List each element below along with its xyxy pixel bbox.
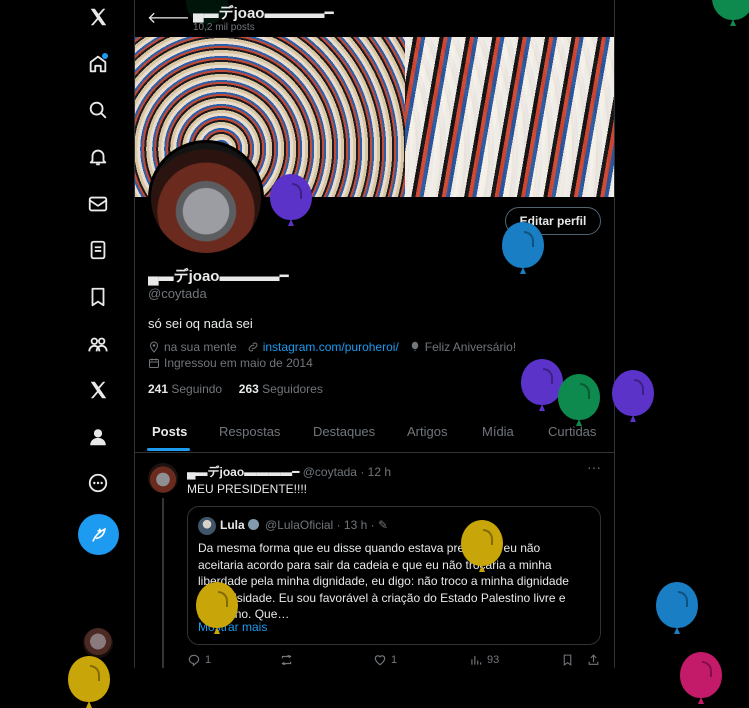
verified-badge-icon	[247, 519, 259, 530]
profile-handle: @coytada	[148, 286, 207, 301]
followers-stat[interactable]: 263 Seguidores	[239, 382, 323, 396]
reply-icon	[188, 654, 200, 667]
quoted-time: · 13 h ·	[336, 518, 375, 532]
quoted-tweet[interactable]: Lula @LulaOficial · 13 h · ✎ Da mesma fo…	[187, 506, 601, 645]
share-icon	[588, 654, 599, 665]
post-icon	[91, 527, 106, 542]
active-tab-indicator	[147, 448, 190, 451]
link-icon	[248, 342, 258, 352]
tab-media[interactable]: Mídia	[482, 424, 514, 439]
balloon-decoration	[612, 370, 654, 416]
bell-icon[interactable]	[81, 140, 115, 174]
balloon-decoration	[656, 582, 698, 628]
thread-line	[162, 498, 164, 668]
balloon-decoration	[196, 582, 238, 628]
tab-posts[interactable]: Posts	[152, 424, 187, 439]
like-button[interactable]: 1	[373, 653, 397, 667]
profile-location: na sua mente	[164, 340, 237, 354]
views-count: 93	[487, 654, 500, 666]
views-chart-icon	[471, 655, 482, 665]
tweet-author-avatar[interactable]	[148, 463, 178, 493]
bookmark-tweet-icon	[563, 654, 572, 666]
views-button[interactable]: 93	[469, 653, 499, 667]
calendar-icon	[149, 358, 159, 368]
balloon-decoration	[68, 656, 110, 702]
more-options-icon[interactable]: ···	[587, 459, 601, 475]
x-logo-icon[interactable]	[81, 0, 115, 34]
tab-likes[interactable]: Curtidas	[548, 424, 596, 439]
x-premium-icon[interactable]	[81, 373, 115, 407]
back-arrow-icon[interactable]: 🡐	[147, 7, 190, 28]
reply-button[interactable]: 1	[187, 653, 211, 667]
more-icon[interactable]	[81, 466, 115, 500]
bookmark-icon[interactable]	[81, 280, 115, 314]
bookmark-button[interactable]	[561, 653, 574, 667]
profile-joined-row: Ingressou em maio de 2014	[148, 356, 313, 370]
notification-dot	[102, 53, 108, 59]
repost-icon	[281, 654, 292, 666]
mail-icon[interactable]	[81, 187, 115, 221]
profile-stats: 241 Seguindo 263 Seguidores	[148, 382, 323, 396]
tweet-header: ▄▬デjoao▬▬▬▬━ @coytada · 12 h	[187, 463, 391, 480]
location-pin-icon	[149, 341, 159, 353]
balloon-decoration	[712, 0, 749, 20]
quoted-author-name: Lula	[220, 518, 245, 532]
profile-icon[interactable]	[81, 420, 115, 454]
communities-icon[interactable]	[81, 327, 115, 361]
list-icon[interactable]	[81, 233, 115, 267]
profile-display-name: ▄▬デjoao▬▬▬▬━	[148, 268, 289, 285]
profile-banner-stripes	[405, 37, 614, 197]
account-avatar[interactable]	[83, 628, 113, 658]
profile-bio: só sei oq nada sei	[148, 316, 253, 331]
profile-avatar[interactable]	[148, 140, 264, 256]
profile-joined: Ingressou em maio de 2014	[164, 356, 313, 370]
balloon-decoration	[558, 374, 600, 420]
profile-column: 🡐 ▄▬デjoao▬▬▬▬━ 10,2 mil posts Editar per…	[134, 0, 615, 668]
following-stat[interactable]: 241 Seguindo	[148, 382, 222, 396]
home-icon[interactable]	[81, 47, 115, 81]
profile-tabs: Posts Respostas Destaques Artigos Mídia …	[135, 412, 614, 453]
profile-header-bar: 🡐 ▄▬デjoao▬▬▬▬━ 10,2 mil posts	[135, 0, 614, 37]
tab-articles[interactable]: Artigos	[407, 424, 447, 439]
tweet-time[interactable]: · 12 h	[360, 465, 391, 479]
sidebar-nav	[0, 0, 134, 668]
header-post-count: 10,2 mil posts	[193, 22, 255, 33]
quoted-header: Lula @LulaOficial · 13 h · ✎	[220, 518, 388, 532]
balloon-icon	[411, 341, 419, 351]
share-button[interactable]	[587, 653, 600, 667]
quoted-author-avatar	[198, 517, 216, 535]
tab-replies[interactable]: Respostas	[219, 424, 280, 439]
tweet-author-handle[interactable]: @coytada	[303, 465, 357, 479]
quoted-text: Da mesma forma que eu disse quando estav…	[198, 541, 569, 621]
tab-highlights[interactable]: Destaques	[313, 424, 375, 439]
repost-button[interactable]	[279, 653, 298, 667]
balloon-decoration	[521, 359, 563, 405]
post-button[interactable]	[78, 514, 119, 555]
tweet-author-name[interactable]: ▄▬デjoao▬▬▬▬━	[187, 465, 299, 479]
balloon-decoration	[270, 174, 312, 220]
balloon-decoration	[461, 520, 503, 566]
header-display-name: ▄▬デjoao▬▬▬▬━	[193, 5, 334, 22]
edited-pencil-icon: ✎	[377, 518, 388, 532]
reply-count: 1	[205, 654, 212, 666]
quoted-author-handle: @LulaOficial	[265, 518, 334, 532]
heart-icon	[374, 655, 386, 666]
search-icon[interactable]	[81, 93, 115, 127]
balloon-decoration	[680, 652, 722, 698]
like-count: 1	[391, 654, 398, 666]
profile-meta-row: na sua mente instagram.com/puroheroi/ Fe…	[148, 340, 516, 354]
balloon-decoration	[502, 222, 544, 268]
profile-website-link[interactable]: instagram.com/puroheroi/	[263, 340, 399, 354]
tweet[interactable]: ▄▬デjoao▬▬▬▬━ @coytada · 12 h ··· MEU PRE…	[135, 453, 614, 668]
tweet-text: MEU PRESIDENTE!!!!	[187, 482, 308, 496]
profile-birthday: Feliz Aniversário!	[424, 340, 517, 354]
